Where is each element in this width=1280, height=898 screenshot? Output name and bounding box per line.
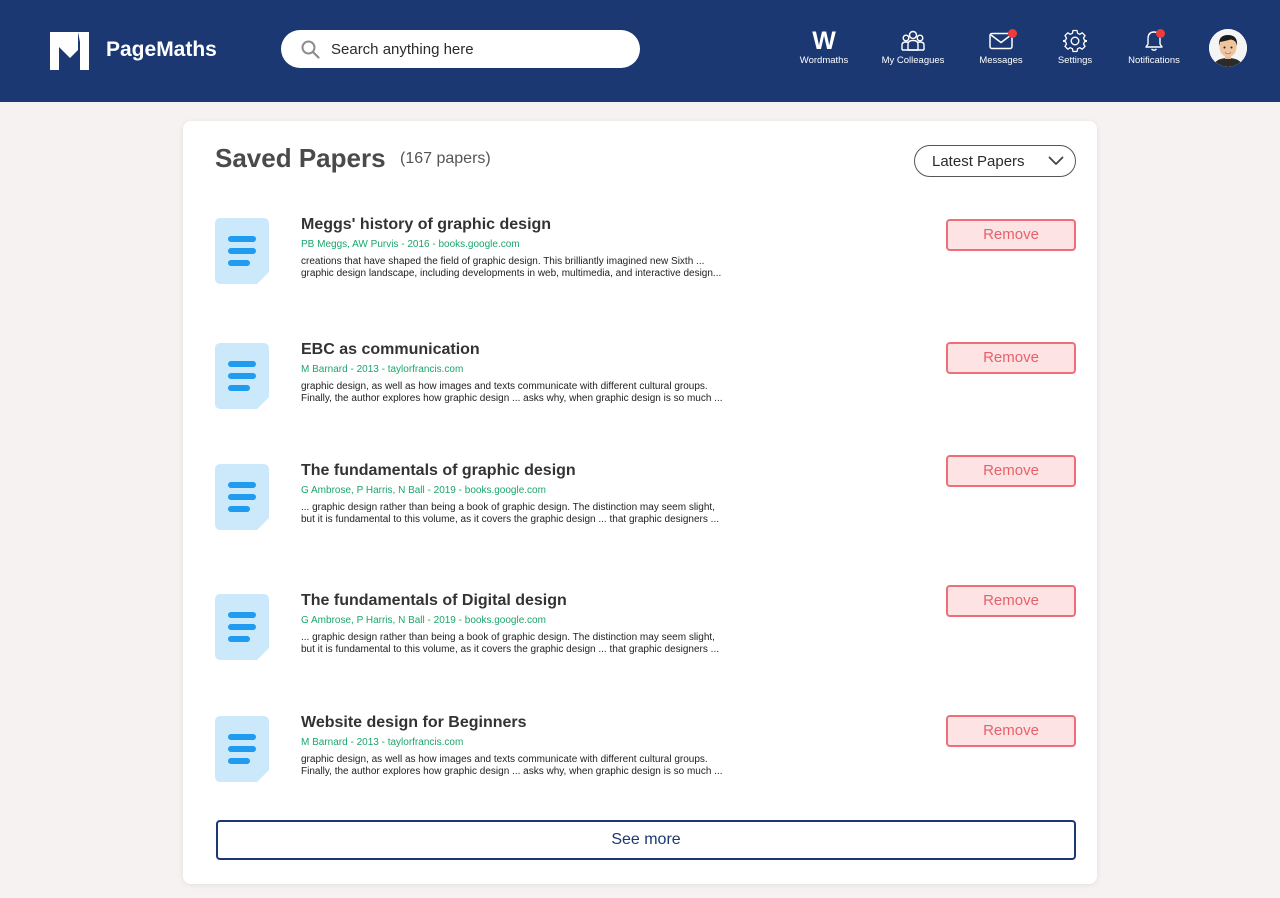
paper-title[interactable]: The fundamentals of Digital design — [301, 592, 567, 610]
paper-snippet-line: Finally, the author explores how graphic… — [301, 766, 723, 777]
paper-list-item: Meggs' history of graphic design PB Megg… — [183, 216, 1097, 296]
nav-label: Notifications — [1128, 55, 1180, 66]
remove-button[interactable]: Remove — [946, 715, 1076, 747]
paper-snippet-line: graphic design, as well as how images an… — [301, 754, 708, 765]
document-icon — [215, 716, 269, 782]
paper-title[interactable]: Meggs' history of graphic design — [301, 216, 551, 234]
messages-badge — [1008, 29, 1017, 38]
search-bar[interactable] — [281, 30, 640, 68]
paper-snippet-line: graphic design, as well as how images an… — [301, 381, 708, 392]
paper-list-item: Website design for Beginners M Barnard -… — [183, 714, 1097, 794]
paper-snippet-line: graphic design landscape, including deve… — [301, 268, 722, 279]
paper-snippet: ... graphic design rather than being a b… — [301, 502, 791, 526]
paper-snippet-line: but it is fundamental to this volume, as… — [301, 644, 719, 655]
paper-title[interactable]: Website design for Beginners — [301, 714, 527, 732]
notifications-badge — [1156, 29, 1165, 38]
gear-icon — [1063, 29, 1087, 53]
document-icon — [215, 594, 269, 660]
paper-meta: M Barnard - 2013 - taylorfrancis.com — [301, 364, 464, 375]
brand-name: PageMaths — [106, 38, 217, 61]
brand-logo-link[interactable]: PageMaths — [50, 30, 217, 70]
paper-list-item: EBC as communication M Barnard - 2013 - … — [183, 341, 1097, 421]
document-icon — [215, 218, 269, 284]
paper-snippet: ... graphic design rather than being a b… — [301, 632, 791, 656]
paper-snippet-line: ... graphic design rather than being a b… — [301, 502, 715, 513]
user-avatar[interactable] — [1209, 29, 1247, 67]
wordmaths-icon: W — [812, 27, 836, 55]
saved-papers-panel: Saved Papers (167 papers) Latest Papers … — [183, 121, 1097, 884]
page-title: Saved Papers — [215, 143, 386, 173]
paper-snippet-line: creations that have shaped the field of … — [301, 256, 705, 267]
remove-button[interactable]: Remove — [946, 219, 1076, 251]
paper-snippet-line: but it is fundamental to this volume, as… — [301, 514, 719, 525]
avatar-image — [1209, 29, 1247, 67]
nav-label: Settings — [1057, 55, 1093, 66]
document-icon — [215, 343, 269, 409]
paper-snippet-line: ... graphic design rather than being a b… — [301, 632, 715, 643]
paper-meta: G Ambrose, P Harris, N Ball - 2019 - boo… — [301, 615, 546, 626]
chevron-down-icon — [1048, 156, 1064, 165]
paper-snippet: creations that have shaped the field of … — [301, 256, 791, 280]
remove-button[interactable]: Remove — [946, 585, 1076, 617]
document-icon — [215, 464, 269, 530]
paper-list-item: The fundamentals of graphic design G Amb… — [183, 455, 1097, 542]
nav-label: My Colleagues — [881, 55, 945, 66]
paper-snippet: graphic design, as well as how images an… — [301, 381, 791, 405]
paper-list-item: The fundamentals of Digital design G Amb… — [183, 585, 1097, 672]
paper-snippet-line: Finally, the author explores how graphic… — [301, 393, 723, 404]
top-navigation-bar: PageMaths W Wordmaths My Colleagues — [0, 0, 1280, 102]
paper-meta: G Ambrose, P Harris, N Ball - 2019 - boo… — [301, 485, 546, 496]
paper-title[interactable]: The fundamentals of graphic design — [301, 462, 576, 480]
search-input[interactable] — [331, 40, 621, 58]
paper-meta: M Barnard - 2013 - taylorfrancis.com — [301, 737, 464, 748]
nav-settings[interactable]: Settings — [1030, 28, 1120, 72]
paper-title[interactable]: EBC as communication — [301, 341, 480, 359]
see-more-button[interactable]: See more — [216, 820, 1076, 860]
remove-button[interactable]: Remove — [946, 342, 1076, 374]
nav-notifications[interactable]: Notifications — [1109, 28, 1199, 72]
paper-snippet: graphic design, as well as how images an… — [301, 754, 791, 778]
remove-button[interactable]: Remove — [946, 455, 1076, 487]
nav-wordmaths[interactable]: W Wordmaths — [779, 28, 869, 72]
pagemaths-logo-icon — [50, 32, 89, 70]
nav-my-colleagues[interactable]: My Colleagues — [868, 28, 958, 72]
nav-label: Wordmaths — [799, 55, 849, 66]
paper-meta: PB Meggs, AW Purvis - 2016 - books.googl… — [301, 239, 520, 250]
search-icon — [301, 40, 320, 59]
sort-dropdown[interactable]: Latest Papers — [914, 145, 1076, 177]
colleagues-icon — [901, 30, 925, 51]
sort-selected-value: Latest Papers — [932, 152, 1025, 170]
papers-count: (167 papers) — [400, 150, 491, 167]
